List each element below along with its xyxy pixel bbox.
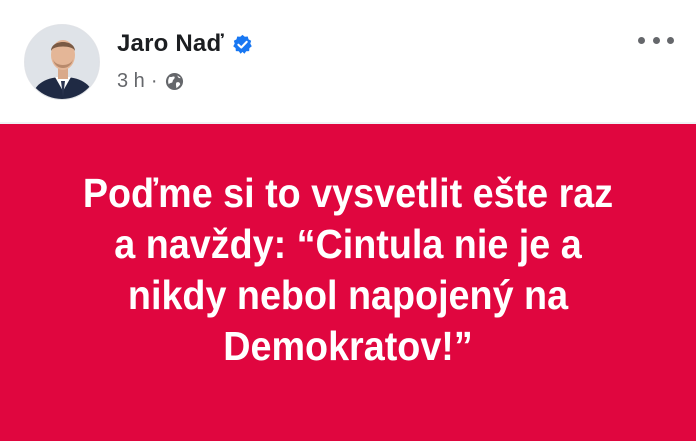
post-banner[interactable]: Poďme si to vysvetlit ešte raz a navždy:…	[0, 124, 696, 441]
author-name[interactable]: Jaro Naď	[117, 30, 224, 58]
author-avatar[interactable]	[24, 24, 100, 100]
avatar-photo	[25, 25, 99, 99]
verified-badge-icon	[232, 34, 253, 55]
banner-text: Poďme si to vysvetlit ešte raz a navždy:…	[82, 169, 614, 369]
post-header: Jaro Naď 3 h ·	[0, 0, 696, 122]
meta-separator: ·	[150, 69, 158, 92]
globe-icon[interactable]	[165, 72, 184, 91]
facebook-post: Jaro Naď 3 h · Poďme si to vysvetlit ešt…	[0, 0, 696, 441]
more-dot	[652, 36, 660, 44]
author-row: Jaro Naď	[117, 28, 253, 60]
more-dot	[667, 36, 674, 44]
more-dot	[638, 36, 645, 44]
post-meta: 3 h ·	[117, 68, 184, 94]
more-options-icon[interactable]	[634, 26, 678, 54]
post-timestamp[interactable]: 3 h	[117, 70, 145, 93]
